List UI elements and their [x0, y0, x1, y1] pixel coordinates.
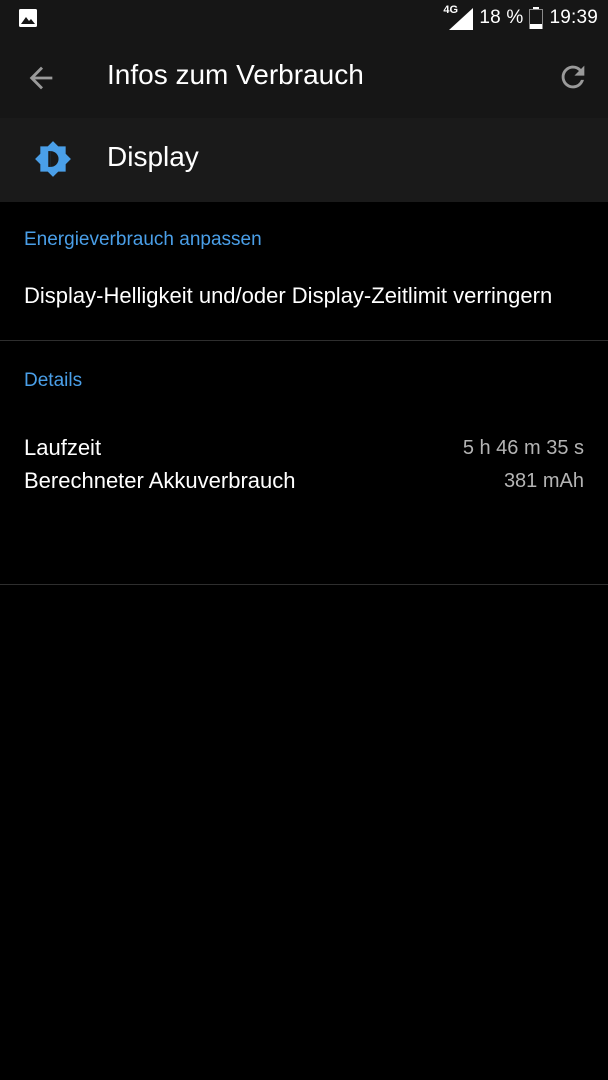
- section-title-energy: Energieverbrauch anpassen: [24, 229, 262, 250]
- clock: 19:39: [549, 7, 598, 28]
- detail-value: 381 mAh: [503, 470, 584, 492]
- divider: [0, 584, 608, 585]
- app-name: Display: [107, 141, 199, 172]
- page-title: Infos zum Verbrauch: [107, 59, 364, 90]
- detail-value: 5 h 46 m 35 s: [462, 437, 584, 459]
- arrow-back-icon[interactable]: [24, 61, 58, 95]
- section-title-details: Details: [24, 370, 83, 391]
- battery-icon: [529, 7, 544, 29]
- mobile-signal-icon: 4G: [443, 4, 474, 30]
- brightness-icon: [35, 141, 71, 177]
- battery-percent: 18 %: [479, 7, 524, 28]
- status-bar: 4G 18 % 19:39: [0, 0, 608, 36]
- app-bar: Infos zum Verbrauch: [0, 36, 608, 118]
- energy-tip[interactable]: Display-Helligkeit und/oder Display-Zeit…: [24, 282, 584, 310]
- divider: [0, 340, 608, 341]
- detail-row-battery-usage: Berechneter Akkuverbrauch 381 mAh: [24, 468, 584, 498]
- status-indicators: 4G 18 % 19:39: [443, 4, 598, 32]
- detail-label: Laufzeit: [24, 435, 102, 460]
- detail-row-runtime: Laufzeit 5 h 46 m 35 s: [24, 435, 584, 465]
- detail-label: Berechneter Akkuverbrauch: [24, 468, 296, 493]
- image-icon: [19, 9, 37, 27]
- refresh-icon[interactable]: [556, 60, 590, 94]
- app-header: Display: [0, 118, 608, 202]
